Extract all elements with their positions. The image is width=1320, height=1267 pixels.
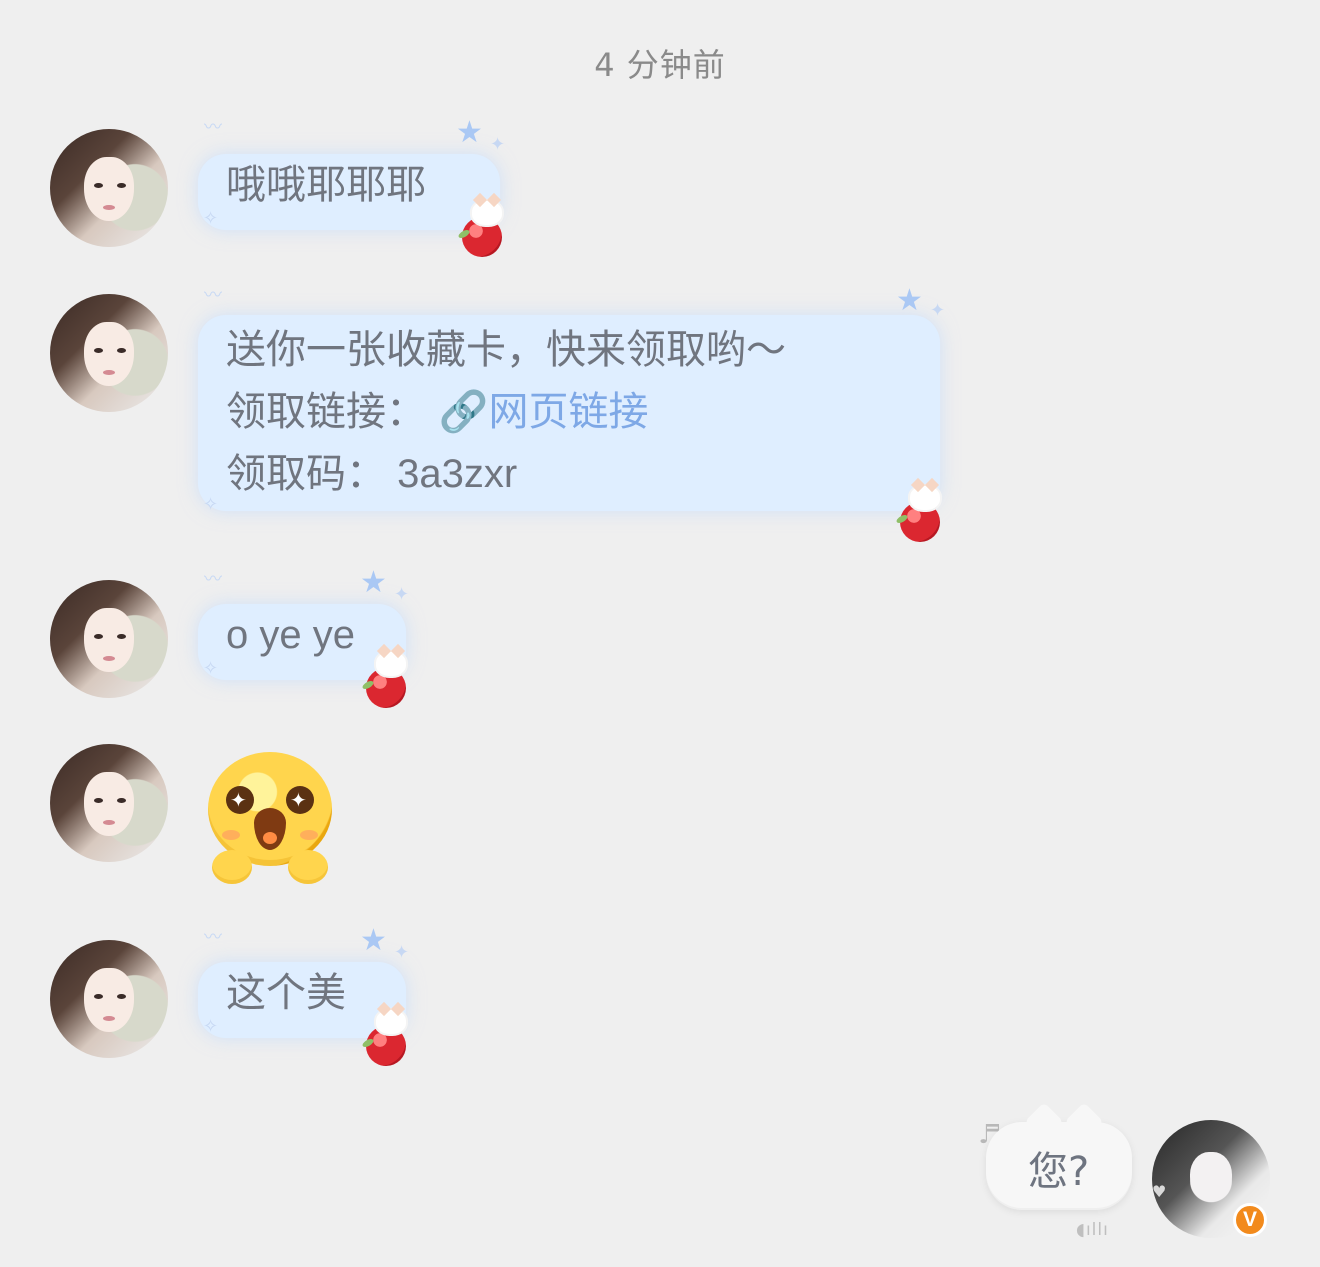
sender-avatar[interactable] <box>50 294 168 412</box>
cat-icon <box>376 1010 406 1034</box>
star-eye-icon <box>286 786 314 814</box>
avatar-face <box>84 157 134 221</box>
star-icon: ★ <box>360 923 387 958</box>
avatar-right-eye <box>117 798 126 803</box>
message-text: o ye ye <box>226 613 355 657</box>
star-eyes-emoji <box>206 752 334 886</box>
card-link-line: 领取链接： 🔗网页链接 <box>226 381 912 443</box>
avatar-face <box>1190 1152 1232 1202</box>
star-eye-icon <box>226 786 254 814</box>
web-link[interactable]: 网页链接 <box>489 389 649 435</box>
cat-icon <box>472 201 502 225</box>
avatar-lips <box>103 205 115 210</box>
small-star-icon: ✦ <box>394 584 410 605</box>
audio-wave-icon: ◖ıllı <box>1076 1220 1109 1240</box>
star-icon: ★ <box>896 283 923 318</box>
card-code-line: 领取码： 3a3zxr <box>226 452 518 496</box>
avatar-right-eye <box>117 348 126 353</box>
message-text: 哦哦耶耶耶 <box>226 162 426 208</box>
sender-avatar[interactable] <box>50 940 168 1058</box>
star-icon: ★ <box>360 565 387 600</box>
cat-icon <box>910 486 940 510</box>
sparkle-icon: 〰 <box>204 927 222 948</box>
sparkle-icon: 〰 <box>204 117 222 138</box>
link-icon[interactable]: 🔗 <box>439 389 489 435</box>
avatar-left-eye <box>94 994 103 999</box>
apple-cat-sticker <box>456 201 514 259</box>
sparkle-icon: 〰 <box>204 569 222 590</box>
heart-icon: ♥ <box>1152 1182 1167 1201</box>
self-message-text: 您? <box>1028 1149 1090 1195</box>
avatar-right-eye <box>117 183 126 188</box>
blush-mark <box>300 830 318 840</box>
small-star-icon: ✧ <box>203 658 219 679</box>
sparkle-icon: 〰 <box>204 285 222 306</box>
small-star-icon: ✦ <box>930 300 946 321</box>
timestamp: 4 分钟前 <box>594 46 726 84</box>
avatar-left-eye <box>94 634 103 639</box>
avatar-left-eye <box>94 798 103 803</box>
card-text-line-1: 送你一张收藏卡，快来领取哟～ <box>226 327 786 373</box>
sender-avatar[interactable] <box>50 744 168 862</box>
apple-cat-sticker <box>894 486 952 544</box>
avatar-lips <box>103 1016 115 1021</box>
avatar-face <box>84 968 134 1032</box>
collection-card-message: 送你一张收藏卡，快来领取哟～ 领取链接： 🔗网页链接 领取码： 3a3zxr <box>198 315 940 511</box>
small-star-icon: ✦ <box>394 942 410 963</box>
avatar-lips <box>103 656 115 661</box>
small-star-icon: ✧ <box>203 494 219 515</box>
small-star-icon: ✧ <box>203 208 219 229</box>
avatar-lips <box>103 820 115 825</box>
avatar-lips <box>103 370 115 375</box>
avatar-right-eye <box>117 634 126 639</box>
sender-avatar[interactable] <box>50 580 168 698</box>
avatar-face <box>84 608 134 672</box>
small-star-icon: ✧ <box>203 1016 219 1037</box>
cat-icon <box>376 652 406 676</box>
avatar-left-eye <box>94 183 103 188</box>
apple-cat-sticker <box>360 1010 418 1068</box>
sender-avatar[interactable] <box>50 129 168 247</box>
blush-mark <box>222 830 240 840</box>
message-text: 这个美 <box>226 970 346 1016</box>
avatar-left-eye <box>94 348 103 353</box>
apple-cat-sticker <box>360 652 418 710</box>
verified-badge: V <box>1233 1203 1267 1237</box>
small-star-icon: ✦ <box>490 134 506 155</box>
star-icon: ★ <box>456 115 483 150</box>
emoji-hand <box>212 850 252 884</box>
avatar-right-eye <box>117 994 126 999</box>
message-bubble: 哦哦耶耶耶 <box>198 154 500 230</box>
avatar-face <box>84 322 134 386</box>
avatar-face <box>84 772 134 836</box>
emoji-hand <box>288 850 328 884</box>
link-label: 领取链接： <box>226 389 426 435</box>
